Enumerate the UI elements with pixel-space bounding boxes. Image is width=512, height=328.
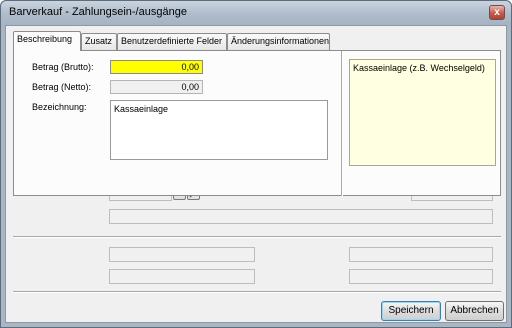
betrag-netto-field: 0,00 (110, 80, 203, 94)
cancel-button[interactable]: Abbrechen (445, 301, 504, 321)
close-icon: x (494, 7, 500, 18)
tab-label: Benutzerdefinierte Felder (121, 36, 223, 46)
window-title: Barverkauf - Zahlungsein-/ausgänge (9, 6, 187, 18)
save-button[interactable]: Speichern (381, 301, 441, 321)
close-button[interactable]: x (489, 5, 505, 20)
tab-aenderungsinformationen[interactable]: Änderungsinformationen (227, 33, 330, 50)
description-field (109, 209, 493, 224)
dialog-client-area: Beschreibung Zusatz Benutzerdefinierte F… (5, 25, 507, 323)
field-left-2 (109, 269, 255, 284)
tab-label: Zusatz (85, 36, 113, 46)
tab-label: Beschreibung (17, 34, 73, 44)
betrag-brutto-input[interactable]: 0,00 (110, 60, 203, 74)
tab-benutzerdefinierte-felder[interactable]: Benutzerdefinierte Felder (117, 33, 227, 50)
betrag-brutto-label: Betrag (Brutto): (32, 62, 94, 72)
field-right-2 (349, 269, 493, 284)
tab-zusatz[interactable]: Zusatz (81, 33, 117, 50)
field-left-1 (109, 247, 255, 262)
bezeichnung-label: Bezeichnung: (32, 102, 87, 112)
section-separator-2 (13, 236, 501, 238)
panel-divider (341, 51, 343, 196)
betrag-netto-label: Betrag (Netto): (32, 82, 92, 92)
section-separator-3 (13, 291, 501, 293)
tab-panel-beschreibung: Betrag (Brutto): 0,00 Betrag (Netto): 0,… (13, 50, 501, 196)
title-bar[interactable]: Barverkauf - Zahlungsein-/ausgänge x (1, 1, 511, 25)
dialog-window: Barverkauf - Zahlungsein-/ausgänge x Bes… (0, 0, 512, 328)
bezeichnung-textarea[interactable]: Kassaeinlage (110, 100, 328, 160)
field-right-1 (349, 247, 493, 262)
info-note: Kassaeinlage (z.B. Wechselgeld) (349, 59, 496, 166)
tab-beschreibung[interactable]: Beschreibung (13, 31, 81, 51)
tab-label: Änderungsinformationen (231, 36, 330, 46)
